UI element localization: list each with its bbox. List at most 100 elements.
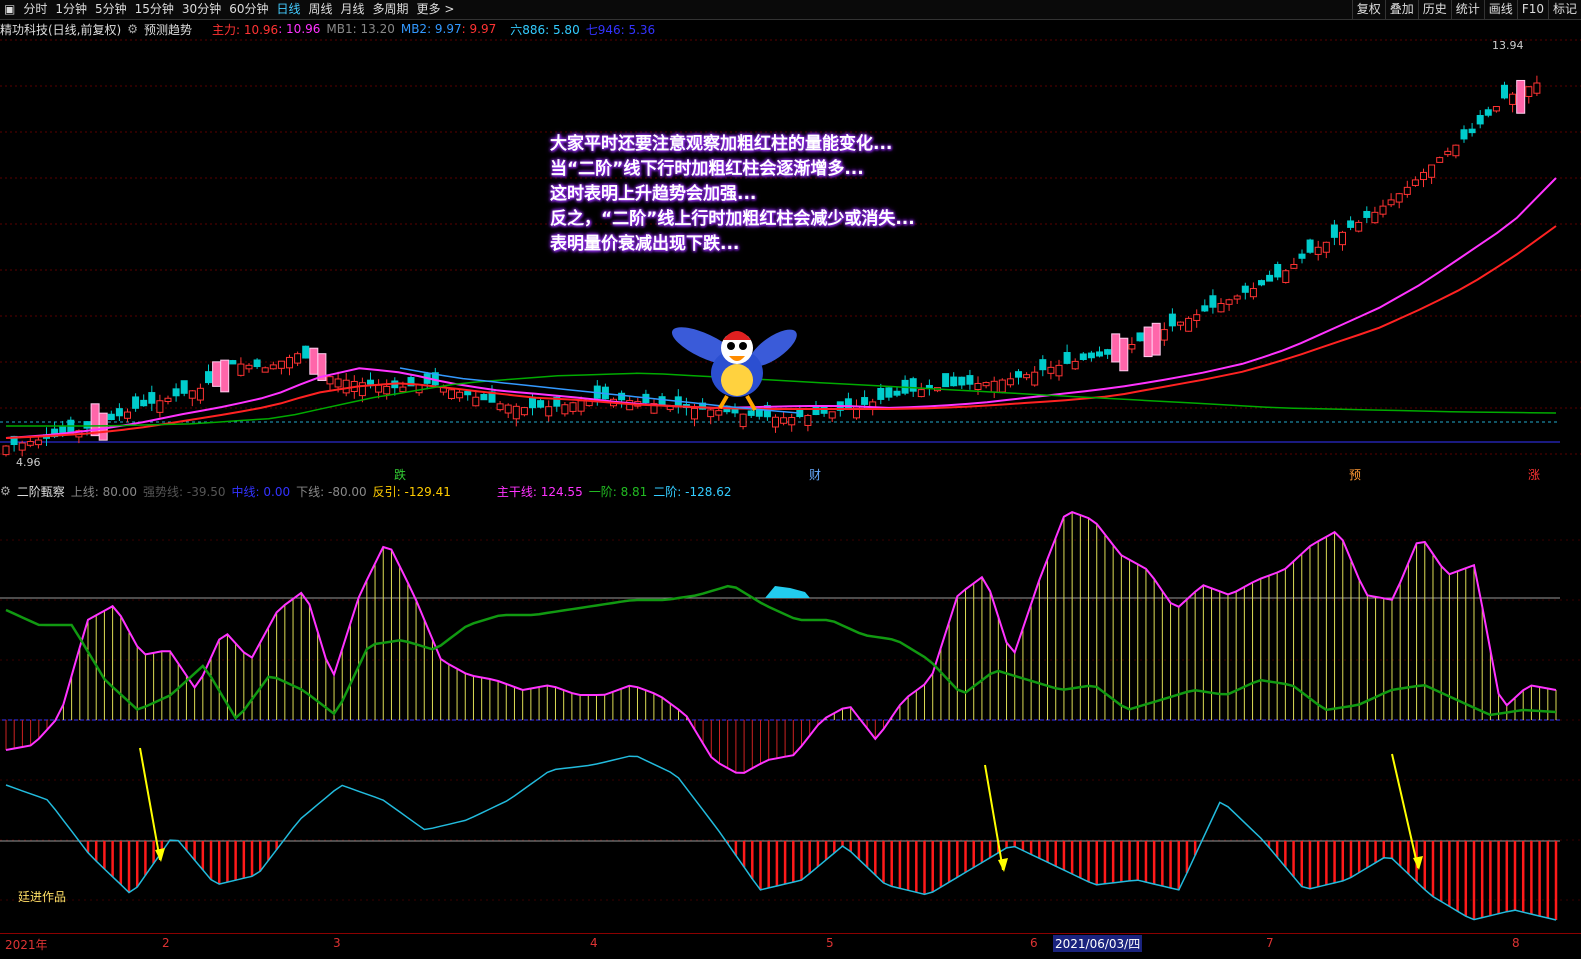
main-trunk-line xyxy=(5,511,1557,774)
candle-body xyxy=(1411,179,1419,186)
period-tab[interactable]: 30分钟 xyxy=(178,0,225,19)
candle-body xyxy=(383,385,391,395)
candle-body xyxy=(828,411,836,419)
period-tab[interactable]: 1分钟 xyxy=(51,0,91,19)
period-tab[interactable]: 15分钟 xyxy=(131,0,178,19)
candle-body xyxy=(982,382,990,387)
toolbar-button[interactable]: 画线 xyxy=(1483,0,1517,19)
candle-body xyxy=(1055,364,1063,377)
period-tab[interactable]: 月线 xyxy=(337,0,369,19)
candle-body xyxy=(1217,302,1225,313)
candle-body xyxy=(974,382,982,391)
toolbar-button[interactable]: 叠加 xyxy=(1384,0,1418,19)
lower-line-value: 下线: -80.00 xyxy=(296,484,367,499)
candle-body xyxy=(1533,82,1541,94)
toolbar-right-group: 复权 叠加 历史 统计 画线 F10 标记 xyxy=(1351,0,1581,19)
settings-icon[interactable]: ⚙ xyxy=(127,22,138,36)
candle-body xyxy=(480,393,488,401)
date-axis: 2021/06/03/四 2021年 2 3 4 5 6 7 8 xyxy=(0,933,1581,959)
candle-body xyxy=(1249,288,1257,298)
indicator-chart[interactable] xyxy=(0,500,1581,933)
candle-body xyxy=(569,402,577,412)
signal-die: 跌 xyxy=(394,468,407,482)
candle-body xyxy=(399,386,407,393)
period-tab[interactable]: 更多 > xyxy=(413,0,459,19)
candle-body xyxy=(1428,164,1436,178)
candle-body xyxy=(1128,344,1136,350)
candle-body xyxy=(140,399,148,407)
toolbar-button[interactable]: 复权 xyxy=(1351,0,1385,19)
candle-body xyxy=(520,407,528,416)
candle-body xyxy=(1460,129,1468,140)
signal-yu: 预 xyxy=(1349,468,1362,482)
candle-body xyxy=(1104,349,1112,355)
candle-body xyxy=(893,390,901,396)
candle-body xyxy=(83,421,91,429)
date-tick-label: 5 xyxy=(826,936,834,950)
qi-value: 七946: 5.36 xyxy=(585,22,656,37)
annotation-line: 当“二阶”线下行时加粗红柱会逐渐增多... xyxy=(550,159,864,179)
strong-line-value: 强势线: -39.50 xyxy=(143,484,226,499)
mid-line-value: 中线: 0.00 xyxy=(231,484,291,499)
candle-body xyxy=(990,380,998,393)
candle-body xyxy=(804,415,812,426)
candle-body xyxy=(1168,313,1176,327)
candle-body xyxy=(334,378,342,388)
candle-body xyxy=(1371,211,1379,224)
candle-body xyxy=(1484,109,1492,116)
candle-body xyxy=(1071,360,1079,370)
candle-body xyxy=(1136,332,1144,342)
candle-body xyxy=(1387,199,1395,206)
candle-body xyxy=(861,397,869,405)
selected-date: 2021/06/03/四 xyxy=(1053,935,1143,952)
candle-body xyxy=(367,379,374,385)
candle-body xyxy=(261,367,269,373)
candle-body xyxy=(1047,366,1055,374)
yijie-line xyxy=(5,584,1557,720)
period-tab[interactable]: 分时 xyxy=(19,0,51,19)
candle-body xyxy=(464,390,472,396)
candle-body xyxy=(18,442,26,451)
candle-body xyxy=(148,392,156,404)
candle-body xyxy=(188,390,196,399)
period-tab[interactable]: 日线 xyxy=(272,0,304,19)
candle-body xyxy=(124,411,131,419)
candle-body xyxy=(1314,246,1322,255)
date-tick-label: 3 xyxy=(333,936,341,950)
cartoon-bird-icon xyxy=(671,327,797,411)
toolbar-button[interactable]: 历史 xyxy=(1417,0,1451,19)
toolbar-button[interactable]: 标记 xyxy=(1547,0,1581,19)
candle-body xyxy=(1015,371,1022,378)
candle-body xyxy=(958,376,966,386)
predict-trend-toggle[interactable]: 预测趋势 xyxy=(144,21,192,38)
candle-body xyxy=(618,392,626,401)
candle-body xyxy=(1087,352,1095,359)
thick-red-candle xyxy=(212,361,222,387)
candle-body xyxy=(529,396,536,409)
candle-body xyxy=(1501,84,1508,99)
period-tab[interactable]: 5分钟 xyxy=(91,0,131,19)
candle-body xyxy=(1395,193,1403,203)
stock-title: 精功科技(日线,前复权) xyxy=(0,22,122,37)
toolbar-button[interactable]: 统计 xyxy=(1450,0,1484,19)
arrow-line xyxy=(139,747,161,861)
candle-body xyxy=(1476,114,1484,125)
toolbar-menu-icon[interactable]: ▣ xyxy=(0,0,19,19)
candle-body xyxy=(1177,321,1184,326)
candle-body xyxy=(456,391,464,399)
candle-body xyxy=(448,389,455,399)
period-tab[interactable]: 60分钟 xyxy=(225,0,272,19)
period-tab[interactable]: 周线 xyxy=(305,0,337,19)
candle-body xyxy=(1355,221,1363,232)
candle-body xyxy=(561,404,569,415)
indicator-name[interactable]: 二阶甄察 xyxy=(17,483,65,500)
indicator-settings-icon[interactable]: ⚙ xyxy=(0,484,11,498)
candle-body xyxy=(277,360,285,369)
period-tab[interactable]: 多周期 xyxy=(369,0,413,19)
candle-body xyxy=(1258,280,1265,286)
signal-zhang: 涨 xyxy=(1528,468,1541,482)
candle-body xyxy=(1023,374,1031,379)
date-tick-label: 2021年 xyxy=(5,938,48,952)
thick-red-candle xyxy=(309,347,319,375)
toolbar-button[interactable]: F10 xyxy=(1516,0,1548,19)
